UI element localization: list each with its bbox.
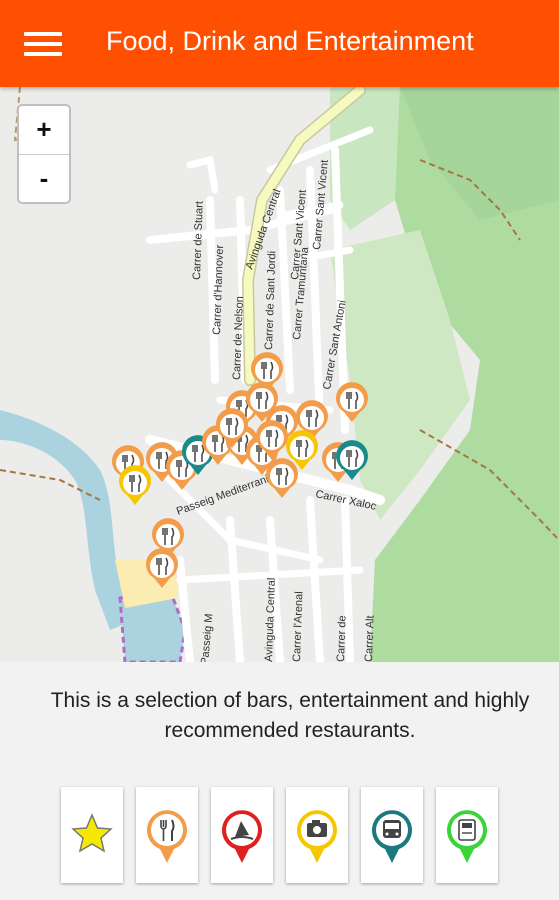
fork-knife-icon [147, 810, 187, 863]
page-title: Food, Drink and Entertainment [106, 26, 474, 56]
zoom-in-button[interactable]: + [19, 106, 69, 155]
street-label: Carrer d'Hannover [211, 244, 226, 335]
street-label: Carrer l'Arenal [291, 591, 305, 662]
street-label: Carrer de [335, 615, 349, 662]
description-text: This is a selection of bars, entertainme… [50, 689, 530, 742]
bus-icon [372, 810, 412, 863]
category-transport-button[interactable] [361, 787, 423, 883]
windsurf-icon [222, 810, 262, 863]
atm-icon [447, 810, 487, 863]
category-photo-button[interactable] [286, 787, 348, 883]
map-tiles[interactable]: Avinguda Central Carrer de Stuart Carrer… [0, 87, 559, 662]
map-view[interactable]: Avinguda Central Carrer de Stuart Carrer… [0, 87, 559, 662]
street-label: Carrer Alt [363, 615, 377, 662]
camera-icon [297, 810, 337, 863]
entertainment-marker[interactable] [118, 465, 151, 505]
street-label: Carrer de Stuart [191, 201, 206, 280]
category-restaurants-button[interactable] [136, 787, 198, 883]
category-atm-button[interactable] [436, 787, 498, 883]
street-label: Carrer de Sant Jordi [263, 251, 278, 350]
hamburger-menu-icon[interactable] [24, 30, 64, 58]
star-icon [71, 813, 113, 853]
category-activities-button[interactable] [211, 787, 273, 883]
zoom-out-button[interactable]: - [19, 155, 69, 203]
zoom-control: + - [17, 104, 71, 204]
street-label: Passeig M [199, 613, 215, 662]
restaurant-marker[interactable] [266, 458, 298, 498]
category-favorites-button[interactable] [61, 787, 123, 883]
app-bar: Food, Drink and Entertainment [0, 0, 559, 87]
